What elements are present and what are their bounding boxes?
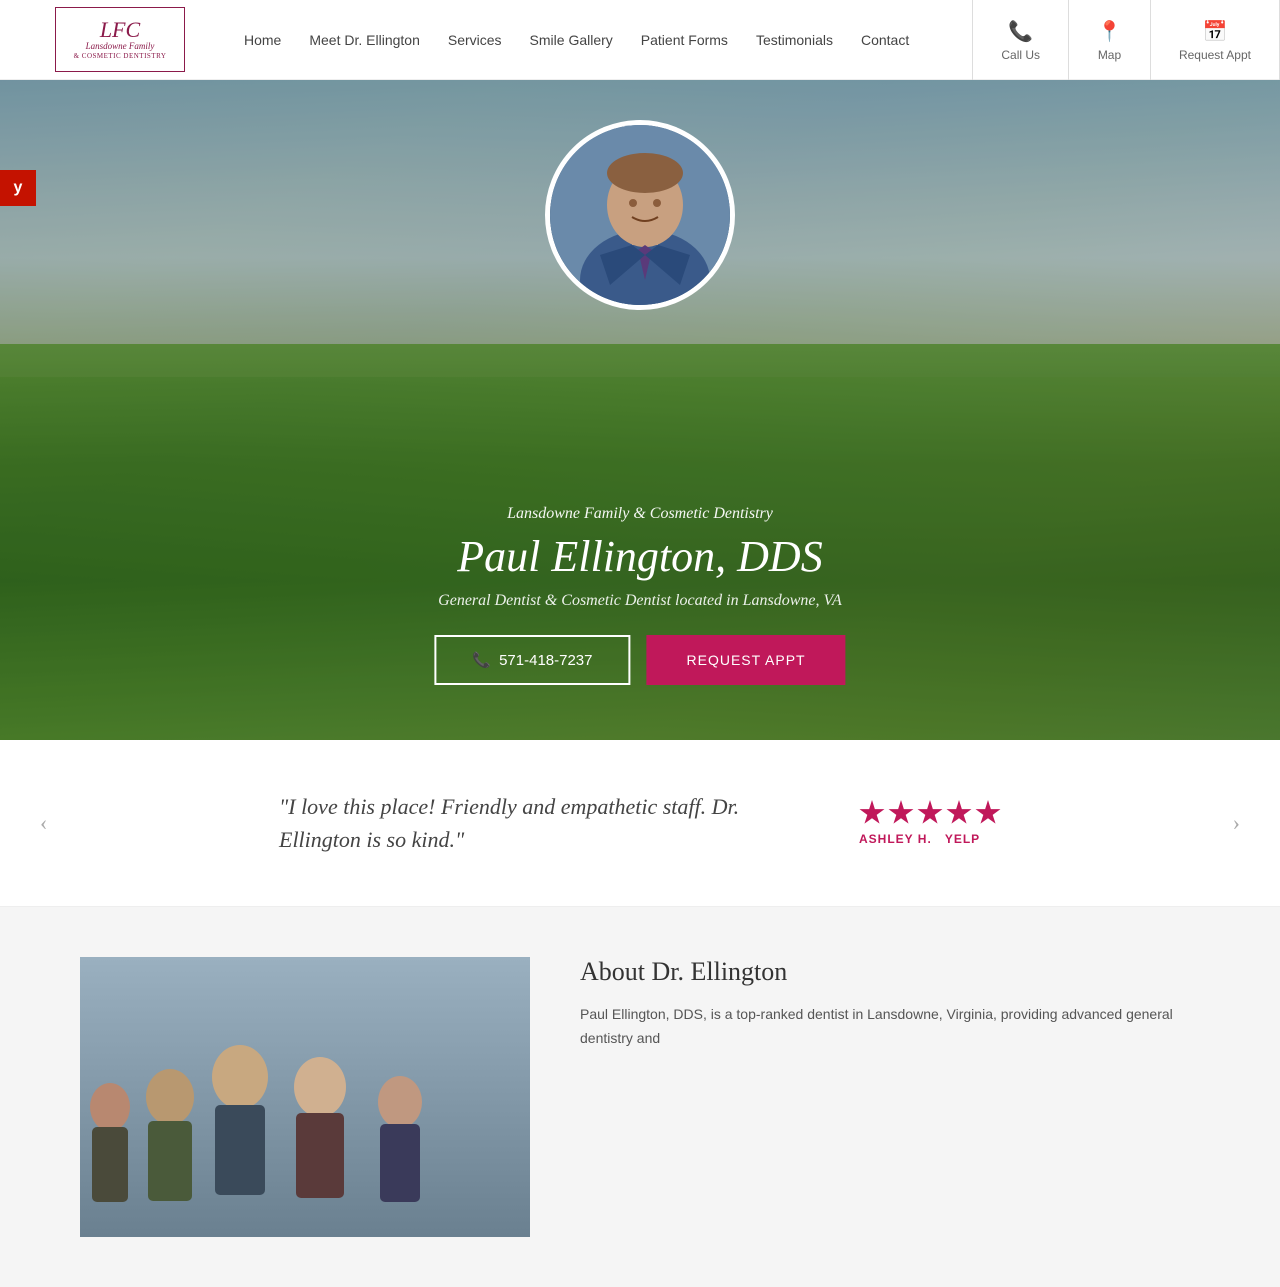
utility-bar: 📞 Call Us 📍 Map 📅 Request Appt (972, 0, 1280, 80)
about-body: Paul Ellington, DDS, is a top-ranked den… (580, 1003, 1200, 1051)
calendar-icon: 📅 (1203, 19, 1228, 44)
testimonial-content: "I love this place! Friendly and empathe… (279, 790, 1001, 856)
testimonial-quote: "I love this place! Friendly and empathe… (279, 790, 799, 856)
phone-button[interactable]: 📞 571-418-7237 (434, 635, 630, 685)
logo-sub: & COSMETIC DENTISTRY (74, 52, 167, 60)
about-photo (80, 957, 530, 1237)
request-appt-header-button[interactable]: 📅 Request Appt (1151, 0, 1280, 80)
nav-forms[interactable]: Patient Forms (627, 32, 742, 48)
doctor-photo (545, 120, 735, 310)
star-5 (975, 800, 1001, 826)
logo-area[interactable]: LFC Lansdowne Family & COSMETIC DENTISTR… (20, 7, 220, 72)
nav-contact[interactable]: Contact (847, 32, 923, 48)
header: LFC Lansdowne Family & COSMETIC DENTISTR… (0, 0, 1280, 80)
testimonial-rating: ASHLEY H. YELP (859, 800, 1001, 846)
star-rating (859, 800, 1001, 826)
star-4 (946, 800, 972, 826)
call-label: Call Us (1001, 48, 1040, 62)
about-text: About Dr. Ellington Paul Ellington, DDS,… (580, 957, 1200, 1051)
star-2 (888, 800, 914, 826)
phone-number: 571-418-7237 (499, 652, 592, 669)
phone-icon-btn: 📞 (472, 651, 491, 669)
doctor-silhouette (550, 125, 730, 305)
call-us-button[interactable]: 📞 Call Us (973, 0, 1069, 80)
reviewer: ASHLEY H. YELP (859, 832, 980, 846)
hero-description: General Dentist & Cosmetic Dentist locat… (290, 592, 990, 610)
appt-label: Request Appt (1179, 48, 1251, 62)
about-section: About Dr. Ellington Paul Ellington, DDS,… (0, 907, 1280, 1287)
hero-doctor-name: Paul Ellington, DDS (290, 531, 990, 582)
request-appt-hero-button[interactable]: REQUEST APPT (647, 635, 846, 685)
reviewer-name: ASHLEY H. (859, 832, 932, 846)
logo-name: Lansdowne Family (86, 41, 155, 53)
reviewer-source: YELP (945, 832, 980, 846)
hero-section: Lansdowne Family & Cosmetic Dentistry Pa… (0, 80, 1280, 740)
hero-content: Lansdowne Family & Cosmetic Dentistry Pa… (290, 505, 990, 610)
star-3 (917, 800, 943, 826)
hero-buttons: 📞 571-418-7237 REQUEST APPT (434, 635, 845, 685)
logo-box[interactable]: LFC Lansdowne Family & COSMETIC DENTISTR… (55, 7, 185, 72)
star-1 (859, 800, 885, 826)
testimonial-section: ‹ "I love this place! Friendly and empat… (0, 740, 1280, 907)
map-button[interactable]: 📍 Map (1069, 0, 1151, 80)
testimonial-prev-button[interactable]: ‹ (30, 800, 57, 846)
about-title: About Dr. Ellington (580, 957, 1200, 987)
nav-gallery[interactable]: Smile Gallery (516, 32, 627, 48)
testimonial-next-button[interactable]: › (1223, 800, 1250, 846)
nav-meet[interactable]: Meet Dr. Ellington (295, 32, 434, 48)
phone-icon: 📞 (1008, 19, 1033, 44)
nav-services[interactable]: Services (434, 32, 516, 48)
yelp-button[interactable]: y (0, 170, 36, 206)
nav-testimonials[interactable]: Testimonials (742, 32, 847, 48)
nav-home[interactable]: Home (230, 32, 295, 48)
map-label: Map (1098, 48, 1121, 62)
hero-practice-name: Lansdowne Family & Cosmetic Dentistry (290, 505, 990, 523)
logo-monogram: LFC (100, 19, 140, 41)
map-pin-icon: 📍 (1097, 19, 1122, 44)
main-nav: Home Meet Dr. Ellington Services Smile G… (230, 32, 923, 48)
